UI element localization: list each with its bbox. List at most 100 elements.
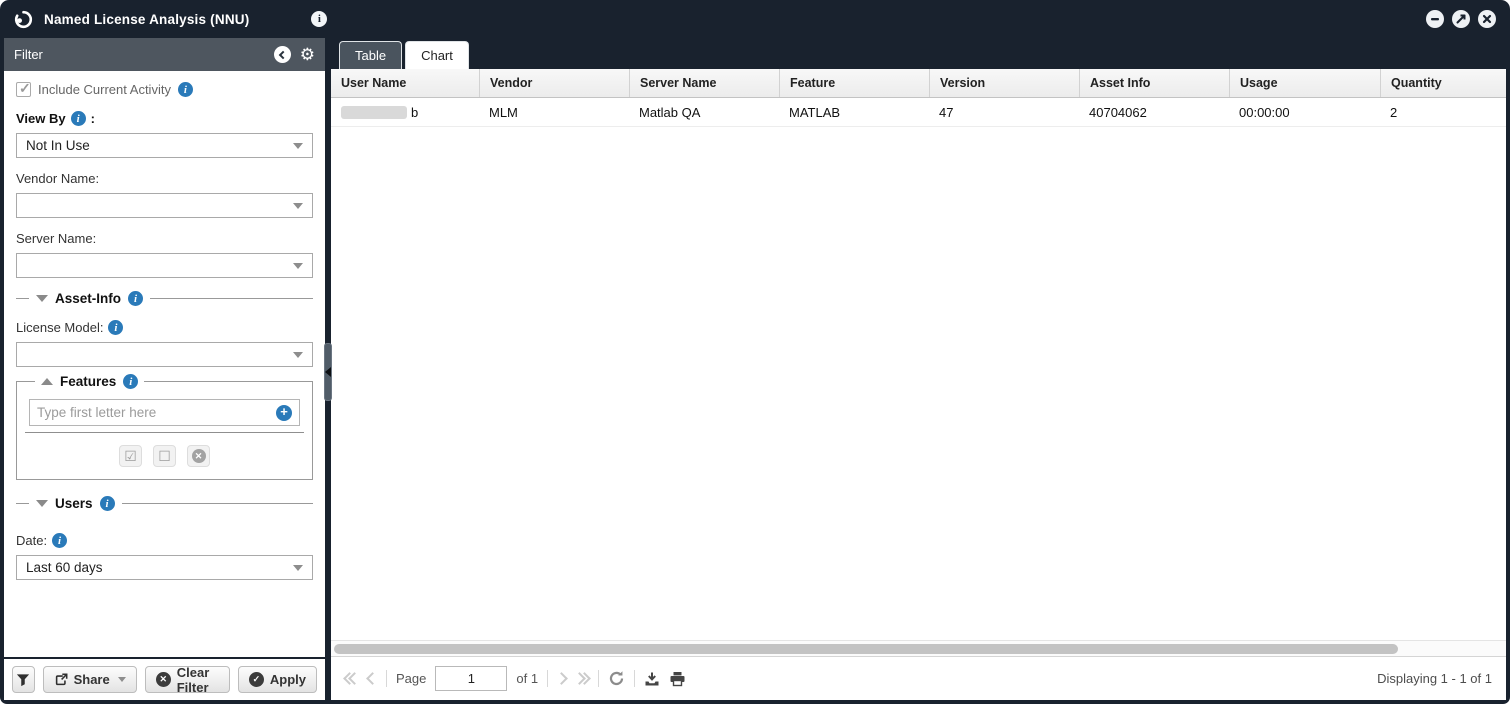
date-label: Date:: [16, 533, 47, 548]
x-circle-icon: ✕: [192, 449, 206, 463]
triangle-down-icon: [36, 500, 48, 507]
divider: [122, 503, 313, 504]
info-icon[interactable]: i: [123, 374, 138, 389]
divider: [598, 670, 599, 687]
apply-button[interactable]: ✓ Apply: [238, 666, 317, 693]
share-label: Share: [74, 672, 110, 687]
gear-icon[interactable]: ⚙: [300, 46, 315, 63]
share-button[interactable]: Share: [43, 666, 137, 693]
column-header-usage[interactable]: Usage: [1229, 69, 1380, 97]
apply-label: Apply: [270, 672, 306, 687]
clear-features-button[interactable]: ✕: [187, 445, 210, 467]
cell-vendor: MLM: [479, 98, 629, 126]
next-page-button[interactable]: [557, 674, 566, 683]
column-header-feature[interactable]: Feature: [779, 69, 929, 97]
cell-server-name: Matlab QA: [629, 98, 779, 126]
sidebar-divider: [325, 38, 331, 700]
table-area: User Name Vendor Server Name Feature Ver…: [331, 69, 1506, 700]
server-name-select[interactable]: [16, 253, 313, 278]
cell-version: 47: [929, 98, 1079, 126]
license-model-select[interactable]: [16, 342, 313, 367]
funnel-icon: [16, 673, 30, 687]
divider: [16, 503, 29, 504]
divider: [634, 670, 635, 687]
info-icon[interactable]: i: [52, 533, 67, 548]
refresh-button[interactable]: [608, 670, 625, 687]
add-feature-icon[interactable]: +: [276, 405, 292, 421]
filter-button[interactable]: [12, 666, 35, 693]
tab-bar: Table Chart: [331, 38, 1506, 69]
printer-icon: [669, 671, 686, 687]
info-icon[interactable]: i: [108, 320, 123, 335]
info-icon[interactable]: i: [178, 82, 193, 97]
triangle-left-icon: [325, 367, 331, 377]
x-circle-icon: ✕: [156, 672, 171, 687]
column-header-asset-info[interactable]: Asset Info: [1079, 69, 1229, 97]
check-circle-icon: ✓: [249, 672, 264, 687]
asset-info-title: Asset-Info: [55, 291, 121, 306]
column-header-user-name[interactable]: User Name: [331, 69, 479, 97]
table-row[interactable]: b MLM Matlab QA MATLAB 47 40704062 00:00…: [331, 98, 1506, 127]
filter-footer: Share ✕ Clear Filter ✓ Apply: [4, 657, 325, 700]
features-title: Features: [60, 374, 116, 389]
table-empty-space: [331, 127, 1506, 640]
server-name-label: Server Name:: [16, 231, 96, 246]
clear-filter-button[interactable]: ✕ Clear Filter: [145, 666, 230, 693]
include-activity-label: Include Current Activity: [38, 82, 171, 97]
features-section-header[interactable]: Features i: [35, 374, 144, 389]
chevron-down-icon: [293, 203, 303, 209]
tab-table[interactable]: Table: [339, 41, 402, 69]
features-section: Features i + ☑ ☐ ✕: [16, 374, 313, 480]
vendor-name-select[interactable]: [16, 193, 313, 218]
chevron-down-icon: [293, 352, 303, 358]
chevron-down-icon: [118, 677, 126, 682]
info-icon[interactable]: i: [71, 111, 86, 126]
license-model-label: License Model:: [16, 320, 103, 335]
column-header-server-name[interactable]: Server Name: [629, 69, 779, 97]
view-by-select[interactable]: Not In Use: [16, 133, 313, 158]
view-by-colon: :: [91, 111, 95, 126]
page-title: Named License Analysis (NNU): [44, 12, 249, 27]
previous-page-button[interactable]: [368, 674, 377, 683]
include-activity-checkbox[interactable]: ✓: [16, 82, 31, 97]
sidebar-collapse-handle[interactable]: [324, 343, 332, 401]
close-button[interactable]: [1478, 10, 1496, 28]
maximize-button[interactable]: [1452, 10, 1470, 28]
tab-chart[interactable]: Chart: [405, 41, 469, 69]
chevron-left-icon: [279, 50, 287, 58]
minimize-icon: [1430, 14, 1440, 24]
main-panel: Table Chart User Name Vendor Server Name…: [331, 38, 1506, 700]
feature-search-input[interactable]: [37, 405, 276, 420]
divider: [16, 298, 29, 299]
horizontal-scrollbar[interactable]: [331, 640, 1506, 656]
triangle-down-icon: [36, 295, 48, 302]
deselect-all-button[interactable]: ☐: [153, 445, 176, 467]
scrollbar-thumb[interactable]: [334, 644, 1398, 654]
date-select[interactable]: Last 60 days: [16, 555, 313, 580]
info-icon[interactable]: i: [128, 291, 143, 306]
print-button[interactable]: [669, 671, 686, 687]
title-info-icon[interactable]: i: [311, 11, 327, 27]
view-by-label: View By: [16, 111, 66, 126]
refresh-icon: [608, 670, 625, 687]
column-header-vendor[interactable]: Vendor: [479, 69, 629, 97]
chevron-down-icon: [293, 565, 303, 571]
page-number-input[interactable]: [435, 666, 507, 691]
first-page-button[interactable]: [345, 674, 359, 683]
column-header-quantity[interactable]: Quantity: [1380, 69, 1506, 97]
select-all-button[interactable]: ☑: [119, 445, 142, 467]
cell-quantity: 2: [1380, 98, 1506, 126]
users-title: Users: [55, 496, 93, 511]
divider: [25, 432, 304, 433]
asset-info-section-header[interactable]: Asset-Info i: [16, 291, 313, 306]
minimize-button[interactable]: [1426, 10, 1444, 28]
filter-sidebar: Filter ⚙ ✓ Include Current Activity i Vi…: [4, 38, 325, 700]
users-section-header[interactable]: Users i: [16, 496, 313, 511]
collapse-sidebar-button[interactable]: [274, 46, 291, 63]
download-button[interactable]: [644, 671, 660, 687]
last-page-button[interactable]: [575, 674, 589, 683]
date-value: Last 60 days: [26, 560, 103, 575]
column-header-version[interactable]: Version: [929, 69, 1079, 97]
chevron-down-icon: [293, 263, 303, 269]
info-icon[interactable]: i: [100, 496, 115, 511]
